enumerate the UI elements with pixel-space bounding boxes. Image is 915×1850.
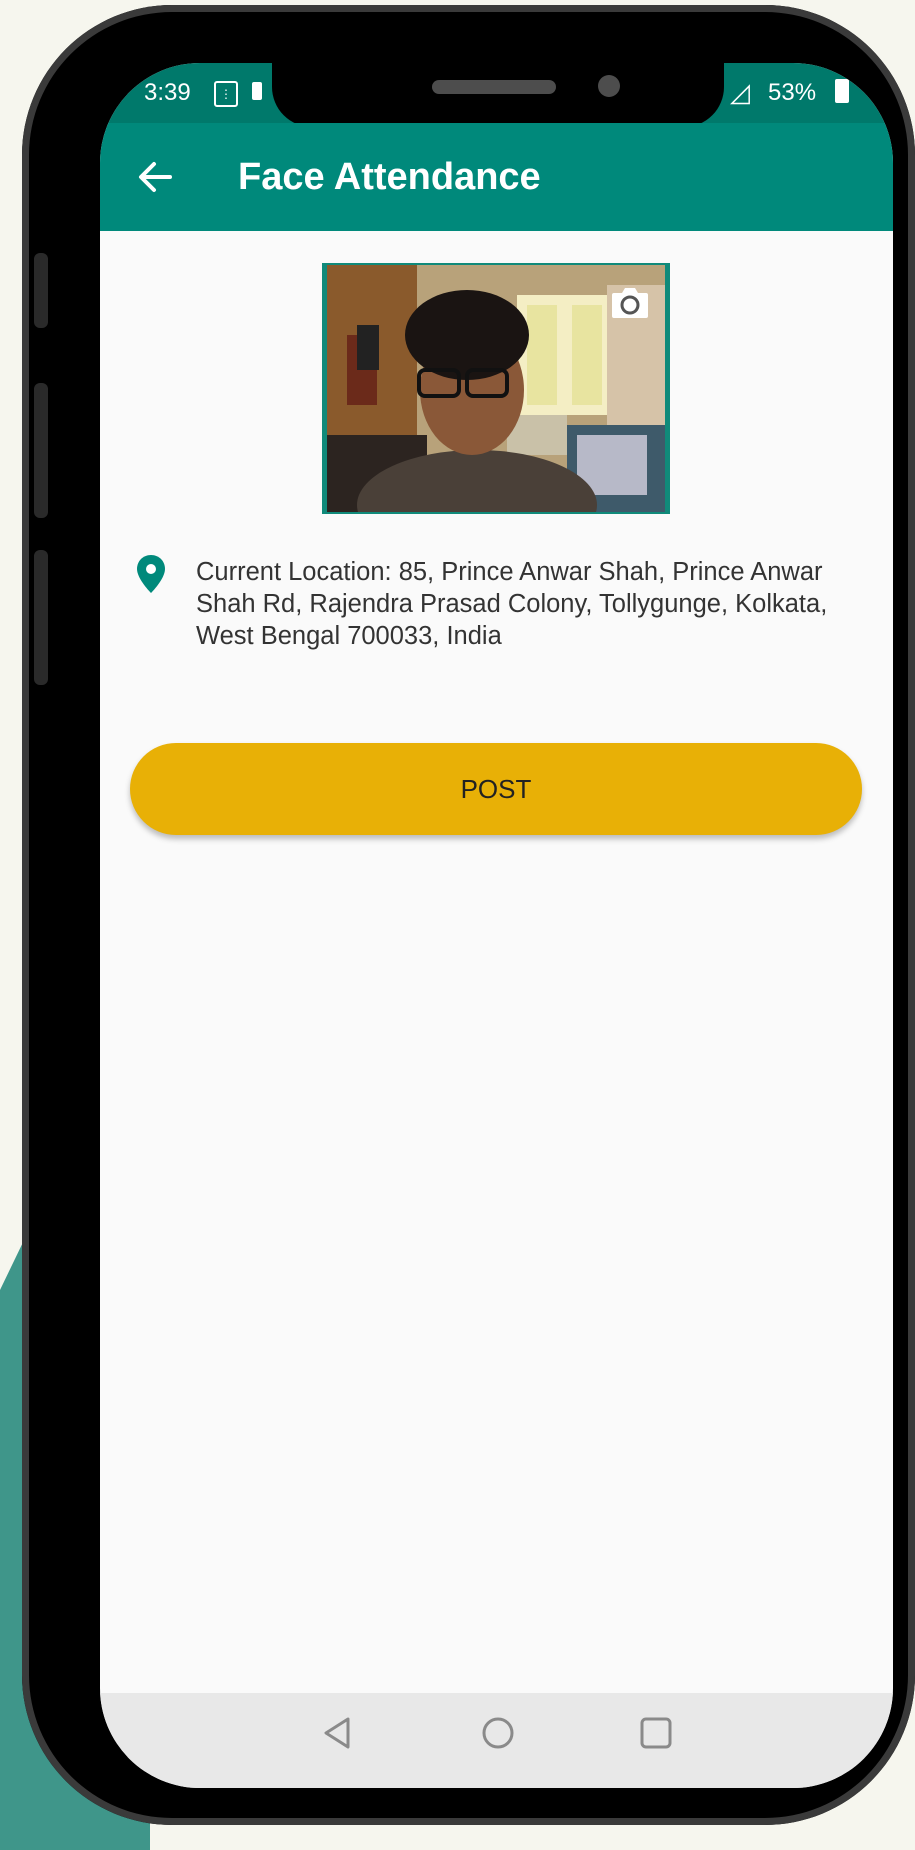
notification-icon [252,82,262,100]
nav-back-button[interactable] [318,1713,358,1753]
battery-icon [835,79,849,103]
current-location-text: Current Location: 85, Prince Anwar Shah,… [196,558,828,650]
recents-square-icon [640,1717,672,1749]
battery-percent: 53% [768,79,817,106]
system-nav-bar [100,1693,893,1788]
volume-down-button [34,550,48,685]
calculator-notification-icon: ⋮ [214,81,238,107]
face-photo[interactable] [322,263,670,514]
phone-frame: 3:39 ⋮ ◿ 53% Face Attendance Current Loc… [22,5,915,1825]
signal-icon: ◿ [730,77,750,107]
screen: 3:39 ⋮ ◿ 53% Face Attendance Current Loc… [100,63,893,1788]
arrow-left-icon [139,162,172,192]
back-button[interactable] [130,151,182,203]
camera-icon [612,288,648,318]
volume-up-button [34,383,48,518]
app-bar: Face Attendance [100,123,893,231]
location-pin-icon [136,554,166,594]
front-camera [598,75,620,97]
speaker [432,80,556,94]
nav-recents-button[interactable] [638,1715,674,1751]
page-title: Face Attendance [238,156,541,198]
camera-button[interactable] [610,285,650,319]
mute-switch [34,253,48,328]
back-triangle-icon [324,1717,350,1749]
status-time: 3:39 [144,79,191,106]
nav-home-button[interactable] [478,1713,518,1753]
notch [272,63,724,127]
home-circle-icon [482,1717,514,1749]
post-button[interactable]: POST [130,743,862,835]
